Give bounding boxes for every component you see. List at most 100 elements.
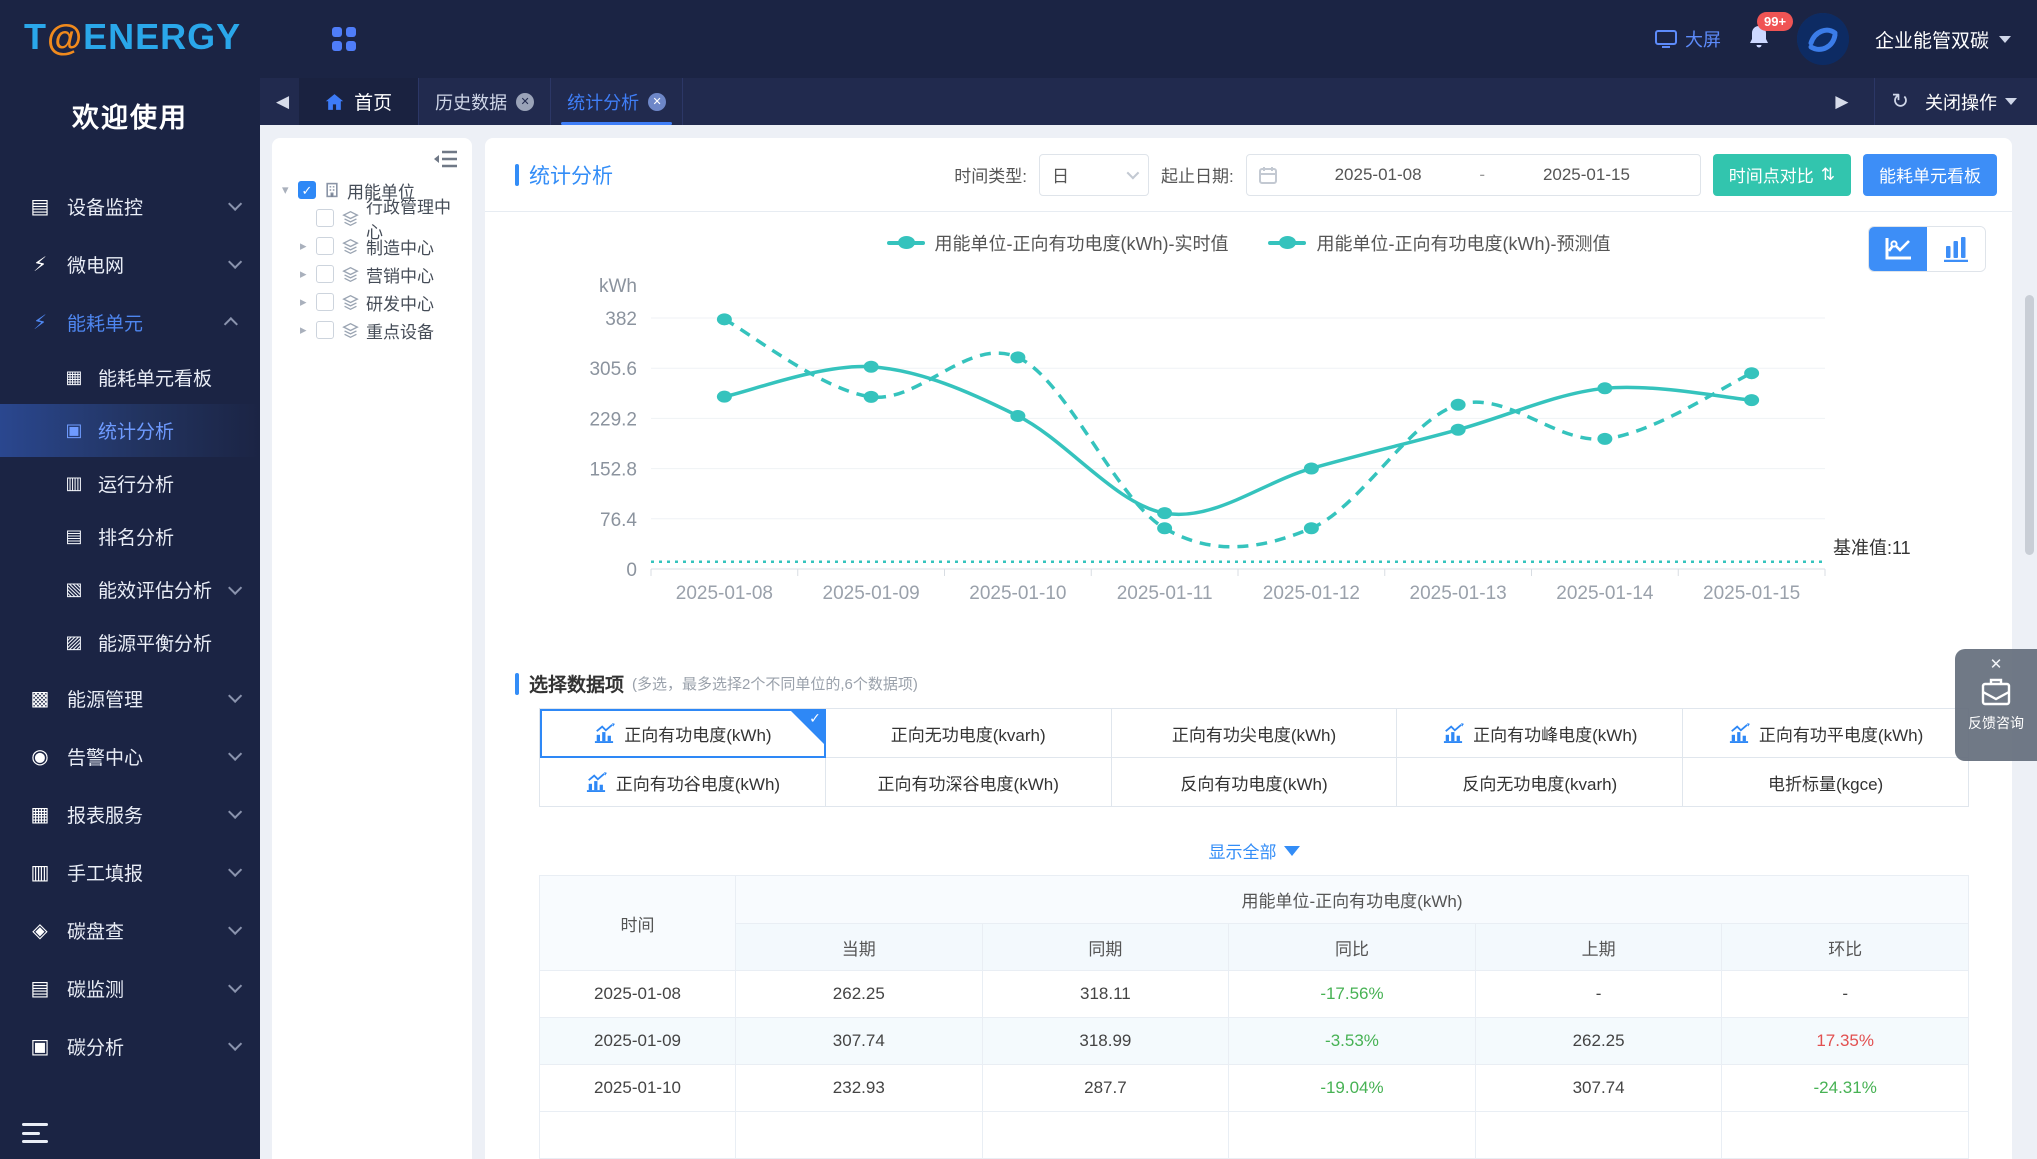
data-item-3[interactable]: 正向有功峰电度(kWh)	[1397, 709, 1684, 758]
date-end-value[interactable]: 2025-01-15	[1485, 165, 1688, 185]
sidebar-subitem-operation-analysis[interactable]: ▥ 运行分析	[0, 457, 260, 510]
sidebar-collapse-icon[interactable]	[22, 1123, 48, 1143]
data-item-1[interactable]: 正向无功电度(kvarh)	[825, 709, 1112, 758]
selector-header: 选择数据项 (多选，最多选择2个不同单位的,6个数据项)	[515, 670, 918, 697]
sidebar-item-label: 碳监测	[67, 979, 125, 1001]
svg-text:2025-01-10: 2025-01-10	[969, 583, 1066, 604]
scrollbar-thumb[interactable]	[2025, 295, 2034, 555]
close-operations-menu[interactable]: 关闭操作	[1925, 89, 2017, 115]
sidebar-item-energy-unit[interactable]: ⚡ 能耗单元	[0, 293, 260, 351]
checkbox[interactable]	[316, 209, 334, 227]
data-item-5[interactable]: 正向有功谷电度(kWh)	[540, 758, 826, 807]
sidebar-item-microgrid[interactable]: ⚡ 微电网	[0, 235, 260, 293]
submenu-energy-unit: ▦ 能耗单元看板 ▣ 统计分析 ▥ 运行分析 ▤ 排名分析 ▧ 能效评估分析 ▨…	[0, 351, 260, 669]
table-row-2025-01-08[interactable]: 2025-01-08 262.25 318.11 -17.56% - -	[539, 970, 1969, 1018]
topbar: 大屏 99+ 企业能管双碳	[260, 0, 2037, 78]
cell-value: 318.11	[981, 970, 1230, 1018]
close-icon[interactable]: ✕	[1990, 655, 2003, 675]
org-switcher[interactable]: 企业能管双碳	[1875, 26, 2011, 53]
energy-unit-board-button[interactable]: 能耗单元看板	[1863, 153, 1997, 196]
svg-text:2025-01-15: 2025-01-15	[1703, 583, 1800, 604]
data-item-6[interactable]: 正向有功深谷电度(kWh)	[825, 758, 1112, 807]
sidebar-item-energy-management[interactable]: ▩ 能源管理	[0, 669, 260, 727]
tree-item-rd-center[interactable]: ▸ 研发中心	[282, 288, 462, 316]
table-row-2025-01-10[interactable]: 2025-01-10 232.93 287.7 -19.04% 307.74 -24.3…	[539, 1064, 1969, 1112]
sidebar-subitem-energy-unit-board[interactable]: ▦ 能耗单元看板	[0, 351, 260, 404]
sidebar-item-alarm-center[interactable]: ◉ 告警中心	[0, 727, 260, 785]
sidebar-subitem-energy-balance-analysis[interactable]: ▨ 能源平衡分析	[0, 616, 260, 669]
checkbox[interactable]	[316, 265, 334, 283]
tabs-forward-button[interactable]: ▶	[1819, 92, 1858, 112]
checkbox[interactable]	[316, 321, 334, 339]
tree-item-label: 重点设备	[366, 322, 434, 342]
data-item-label: 正向有功深谷电度(kWh)	[877, 774, 1059, 794]
tree-item-admin-management-center[interactable]: 行政管理中心	[282, 198, 462, 242]
caret-right-icon[interactable]: ▸	[300, 266, 316, 282]
show-all-button[interactable]: 显示全部	[539, 838, 1969, 863]
table-group-header: 用能单位-正向有功电度(kWh)	[735, 875, 1969, 924]
table-header: 时间 用能单位-正向有功电度(kWh) 当期 同期 同比 上期 环比	[539, 875, 1969, 971]
sidebar-menu: ▤ 设备监控 ⚡ 微电网 ⚡ 能耗单元 ▦ 能耗单元看板 ▣ 统计分析 ▥ 运行…	[0, 177, 260, 1075]
caret-right-icon[interactable]: ▸	[300, 238, 316, 254]
clipboard-icon: ▣	[65, 420, 83, 440]
tab-home[interactable]: 首页	[299, 78, 420, 125]
cell-value: -	[1474, 970, 1723, 1018]
tree-collapse-icon[interactable]	[434, 150, 458, 168]
caret-down-icon[interactable]: ▾	[282, 182, 298, 198]
tab-history-data[interactable]: 历史数据 ✕	[419, 78, 552, 125]
tabs-back-button[interactable]: ◀	[260, 78, 299, 125]
cell-value	[981, 1111, 1230, 1159]
notification-bell-button[interactable]: 99+	[1747, 11, 1794, 55]
time-type-label: 时间类型:	[954, 167, 1028, 186]
divider	[1874, 78, 1876, 125]
data-item-2[interactable]: 正向有功尖电度(kWh)	[1111, 709, 1398, 758]
sidebar-item-carbon-analysis[interactable]: ▣ 碳分析	[0, 1017, 260, 1075]
caret-right-icon[interactable]: ▸	[300, 294, 316, 310]
tab-statistical-analysis[interactable]: 统计分析 ✕	[551, 78, 684, 125]
sidebar-item-label: 碳盘查	[67, 921, 125, 943]
book-icon: ▧	[65, 579, 83, 599]
date-range-label: 起止日期:	[1161, 167, 1234, 186]
caret-right-icon[interactable]: ▸	[300, 322, 316, 338]
sidebar-subitem-ranking-analysis[interactable]: ▤ 排名分析	[0, 510, 260, 563]
feedback-widget[interactable]: ✕ 反馈咨询	[1955, 649, 2037, 761]
sidebar-subitem-statistical-analysis[interactable]: ▣ 统计分析	[0, 404, 260, 457]
cell-value	[1474, 1111, 1723, 1159]
tree-item-marketing-center[interactable]: ▸ 营销中心	[282, 260, 462, 288]
refresh-icon[interactable]: ↻	[1891, 89, 1909, 114]
sidebar-item-device-monitoring[interactable]: ▤ 设备监控	[0, 177, 260, 235]
dashboard-icon: ▦	[65, 367, 83, 387]
tree-item-key-equipment[interactable]: ▸ 重点设备	[282, 316, 462, 344]
big-screen-label: 大屏	[1684, 30, 1721, 50]
time-point-compare-button[interactable]: 时间点对比 ⇅	[1712, 153, 1851, 196]
sidebar-item-manual-entry[interactable]: ▥ 手工填报	[0, 843, 260, 901]
checkbox[interactable]	[316, 293, 334, 311]
tab-close-icon[interactable]: ✕	[648, 92, 667, 111]
data-item-4[interactable]: 正向有功平电度(kWh)	[1683, 709, 1969, 758]
avatar[interactable]	[1796, 13, 1849, 65]
data-item-0[interactable]: 正向有功电度(kWh) ✓	[540, 709, 826, 758]
time-type-select[interactable]: 日	[1039, 153, 1150, 196]
sidebar-item-carbon-inventory[interactable]: ◈ 碳盘查	[0, 901, 260, 959]
date-start-value[interactable]: 2025-01-08	[1277, 165, 1480, 185]
checkbox[interactable]: ✓	[298, 181, 316, 199]
tab-close-icon[interactable]: ✕	[516, 92, 535, 111]
big-screen-button[interactable]: 大屏	[1654, 26, 1721, 52]
org-label: 企业能管双碳	[1874, 30, 1989, 52]
sidebar-item-report-service[interactable]: ▦ 报表服务	[0, 785, 260, 843]
data-item-7[interactable]: 反向有功电度(kWh)	[1111, 758, 1398, 807]
sidebar-subitem-efficiency-evaluation-analysis[interactable]: ▧ 能效评估分析	[0, 563, 260, 616]
statistics-panel: 统计分析 时间类型: 日 起止日期: 2025-01-08 - 2025-01-…	[485, 138, 2012, 1159]
table-row-2025-01-09[interactable]: 2025-01-09 307.74 318.99 -3.53% 262.25 17.35…	[539, 1017, 1969, 1065]
sidebar-item-carbon-monitoring[interactable]: ▤ 碳监测	[0, 959, 260, 1017]
data-item-9[interactable]: 电折标量(kgce)	[1683, 758, 1969, 807]
tab-home-label: 首页	[354, 93, 393, 114]
line-chart[interactable]: 0 76.4 152.8 229.2 305.6 382 kWh 2025-01-08 2025…	[501, 212, 1999, 610]
board-button-label: 能耗单元看板	[1879, 167, 1981, 186]
svg-text:2025-01-14: 2025-01-14	[1556, 583, 1654, 604]
date-range-input[interactable]: 2025-01-08 - 2025-01-15	[1245, 153, 1701, 196]
monitor-chart-icon: ▨	[65, 632, 83, 652]
checkbox[interactable]	[316, 237, 334, 255]
data-item-8[interactable]: 反向无功电度(kvarh)	[1397, 758, 1684, 807]
app-grid-icon[interactable]	[332, 27, 356, 51]
